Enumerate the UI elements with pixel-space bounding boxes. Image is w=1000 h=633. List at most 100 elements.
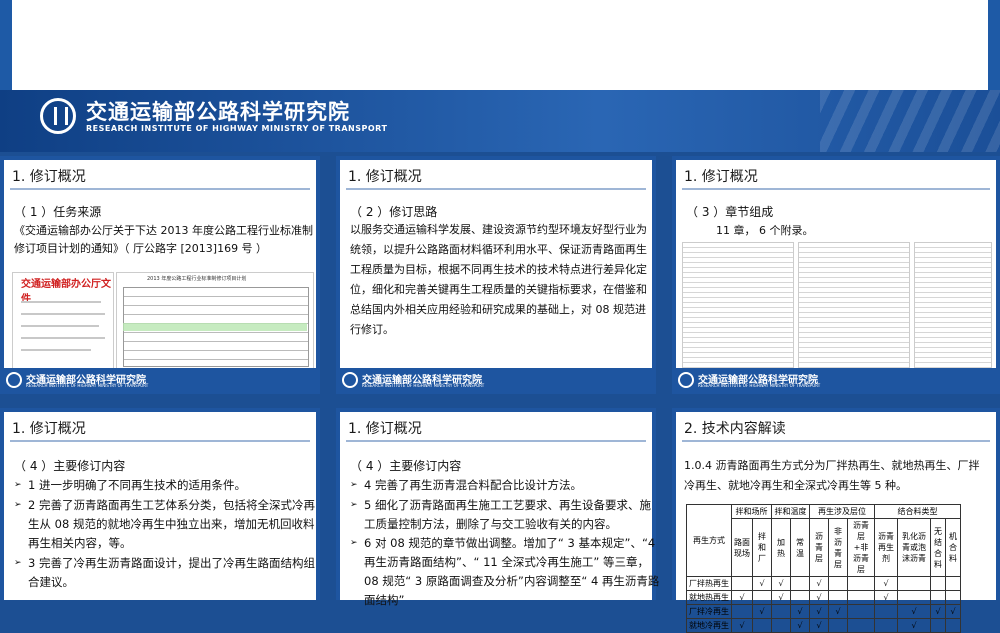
table-row-label: 厂拌冷再生 — [686, 604, 732, 619]
table-cell: √ — [874, 576, 898, 591]
slide-body: 1. 修订概况 （ 4 ）主要修订内容 4 完善了再生沥青混合料配合比设计方法。… — [340, 412, 659, 607]
table-cell: √ — [731, 618, 753, 633]
table-column-header: 乳化沥青或泡沫沥青 — [897, 518, 931, 577]
table-cell: √ — [731, 590, 753, 605]
slide-thumbnail-4[interactable]: 1. 修订概况 （ 4 ）主要修订内容 1 进一步明确了不同再生技术的适用条件。… — [0, 408, 320, 600]
slide-subheading: （ 1 ）任务来源 — [14, 205, 102, 219]
table-cell — [874, 618, 898, 633]
notice-document-image: 交通运输部办公厅文件 — [12, 272, 114, 372]
table-column-header: 沥青再生剂 — [874, 518, 898, 577]
table-cell — [828, 590, 848, 605]
list-item: 5 细化了沥青路面再生施工工艺要求、再生设备要求、施工质量控制方法，删除了与交工… — [350, 496, 660, 534]
table-cell — [771, 618, 791, 633]
table-group-header: 拌和温度 — [771, 504, 810, 519]
slide-thumbnail-2[interactable]: 1. 修订概况 （ 2 ）修订思路 以服务交通运输科学发展、建设资源节约型环境友… — [336, 156, 656, 394]
table-cell: √ — [945, 604, 961, 619]
table-cell — [752, 618, 772, 633]
title-divider — [346, 440, 646, 442]
banner-subtitle: RESEARCH INSTITUTE OF HIGHWAY MINISTRY O… — [86, 124, 388, 133]
slide-thumbnail-6[interactable]: 2. 技术内容解读 1.0.4 沥青路面再生方式分为厂拌热再生、就地热再生、厂拌… — [672, 408, 1000, 633]
list-item: 1 进一步明确了不同再生技术的适用条件。 — [14, 476, 324, 495]
top-slide: 交通运输部公路科学研究院 RESEARCH INSTITUTE OF HIGHW… — [0, 0, 1000, 152]
table-column-header: 机合料 — [945, 518, 961, 577]
slide-body-text: 1.0.4 沥青路面再生方式分为厂拌热再生、就地热再生、厂拌冷再生、就地冷再生和… — [684, 459, 980, 492]
slide-title: 1. 修订概况 — [12, 169, 86, 185]
slide-body-text: 11 章， 6 个附录。 — [716, 224, 814, 237]
footer-logo-icon — [678, 372, 694, 388]
table-cell: √ — [771, 590, 791, 605]
banner-title: 交通运输部公路科学研究院 — [86, 100, 350, 124]
table-row-label: 厂拌热再生 — [686, 576, 732, 591]
slide-footer: 交通运输部公路科学研究院 RESEARCH INSTITUTE OF HIGHW… — [672, 368, 1000, 394]
table-row: 厂拌冷再生 √ √ √ √ √ √ √ — [686, 604, 961, 619]
top-slide-body — [12, 0, 988, 90]
table-row-label: 就地热再生 — [686, 590, 732, 605]
slide-thumbnail-1[interactable]: 1. 修订概况 （ 1 ）任务来源 《交通运输部办公厅关于下达 2013 年度公… — [0, 156, 320, 394]
list-item: 3 完善了冷再生沥青路面设计，提出了冷再生路面结构组合建议。 — [14, 554, 324, 592]
table-cell — [828, 576, 848, 591]
table-cell: √ — [752, 576, 772, 591]
table-column-header: 常温 — [790, 518, 810, 577]
list-item: 6 对 08 规范的章节做出调整。增加了“ 3 基本规定”、“4 再生沥青路面结… — [350, 534, 660, 610]
table-column-header: 沥青层 — [809, 518, 829, 577]
slide-title: 1. 修订概况 — [12, 421, 86, 437]
title-divider — [10, 188, 310, 190]
list-item: 4 完善了再生沥青混合料配合比设计方法。 — [350, 476, 660, 495]
slide-title: 1. 修订概况 — [348, 421, 422, 437]
slide-footer: 交通运输部公路科学研究院 RESEARCH INSTITUTE OF HIGHW… — [336, 368, 656, 394]
footer-logo-icon — [342, 372, 358, 388]
table-cell — [752, 590, 772, 605]
slide-subheading: （ 4 ）主要修订内容 — [14, 459, 126, 473]
table-column-header: 加热 — [771, 518, 791, 577]
slide-title: 1. 修订概况 — [348, 169, 422, 185]
slide-body: 1. 修订概况 （ 1 ）任务来源 《交通运输部办公厅关于下达 2013 年度公… — [4, 160, 316, 390]
title-divider — [682, 188, 990, 190]
table-cell: √ — [752, 604, 772, 619]
table-group-header: 再生涉及层位 — [809, 504, 875, 519]
title-divider — [10, 440, 310, 442]
footer-subtitle: RESEARCH INSTITUTE OF HIGHWAY MINISTRY O… — [362, 383, 485, 388]
table-group-header: 结合料类型 — [874, 504, 961, 519]
slide-thumbnail-5[interactable]: 1. 修订概况 （ 4 ）主要修订内容 4 完善了再生沥青混合料配合比设计方法。… — [336, 408, 659, 607]
plan-table-image: 2013 年度公路工程行业标准制修订项目计划 — [116, 272, 314, 372]
table-cell: √ — [828, 604, 848, 619]
footer-subtitle: RESEARCH INSTITUTE OF HIGHWAY MINISTRY O… — [26, 383, 149, 388]
table-cell — [828, 618, 848, 633]
table-cell — [897, 590, 931, 605]
table-cell: √ — [874, 590, 898, 605]
table-cell — [930, 618, 946, 633]
toc-image-1 — [682, 242, 794, 370]
slide-subheading: （ 2 ）修订思路 — [350, 205, 438, 219]
slide-body: 2. 技术内容解读 1.0.4 沥青路面再生方式分为厂拌热再生、就地热再生、厂拌… — [676, 412, 996, 633]
table-row: 就地热再生 √ √ √ √ — [686, 590, 961, 605]
slide-thumbnail-3[interactable]: 1. 修订概况 （ 3 ）章节组成 11 章， 6 个附录。 交通运输部公路科学… — [672, 156, 1000, 394]
slide-subheading: （ 4 ）主要修订内容 — [350, 459, 462, 473]
toc-image-3 — [914, 242, 992, 370]
table-cell: √ — [790, 618, 810, 633]
institute-logo-icon — [40, 98, 76, 134]
table-row: 就地冷再生 √ √ √ √ — [686, 618, 961, 633]
table-cell — [790, 590, 810, 605]
banner-decoration — [820, 90, 1000, 152]
table-group-header: 拌和场所 — [731, 504, 772, 519]
table-cell: √ — [809, 618, 829, 633]
table-column-header: 非沥青层 — [828, 518, 848, 577]
table-cell — [771, 604, 791, 619]
table-cell — [930, 576, 946, 591]
slide-body-text: 《交通运输部办公厅关于下达 2013 年度公路工程行业标准制修订项目计划的通知》… — [14, 224, 313, 255]
slide-body: 1. 修订概况 （ 2 ）修订思路 以服务交通运输科学发展、建设资源节约型环境友… — [340, 160, 652, 390]
table-cell — [847, 618, 875, 633]
table-column-header: 无结合料 — [930, 518, 946, 577]
table-cell — [790, 576, 810, 591]
footer-logo-icon — [6, 372, 22, 388]
table-cell: √ — [809, 590, 829, 605]
plan-table-title: 2013 年度公路工程行业标准制修订项目计划 — [147, 276, 247, 282]
table-column-header: 沥青层+非沥青层 — [847, 518, 875, 577]
table-cell — [731, 576, 753, 591]
table-cell: √ — [930, 604, 946, 619]
table-cell — [945, 576, 961, 591]
footer-subtitle: RESEARCH INSTITUTE OF HIGHWAY MINISTRY O… — [698, 383, 821, 388]
table-cell: √ — [790, 604, 810, 619]
highlighted-row — [123, 323, 307, 331]
table-row-label: 就地冷再生 — [686, 618, 732, 633]
